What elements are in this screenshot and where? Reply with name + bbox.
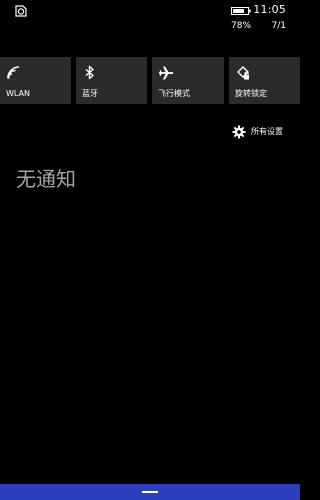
quick-action-bluetooth[interactable]: 蓝牙	[76, 57, 147, 104]
quick-action-wlan[interactable]: WLAN	[0, 57, 71, 104]
quick-actions: WLAN 蓝牙 飞行模式 旋转锁定	[0, 57, 300, 104]
gear-icon	[232, 125, 246, 139]
quick-action-label: 蓝牙	[82, 89, 98, 98]
quick-action-label: WLAN	[6, 89, 31, 98]
date: 7/1	[271, 21, 286, 31]
no-notifications-text: 无通知	[16, 167, 76, 191]
battery-percent: 78%	[231, 21, 252, 31]
wifi-icon	[7, 66, 20, 79]
status-bar: 11:05 78% 7/1	[0, 0, 300, 40]
all-settings-link[interactable]: 所有设置	[232, 124, 283, 140]
quick-action-airplane-mode[interactable]: 飞行模式	[152, 57, 224, 104]
airplane-icon	[159, 66, 173, 80]
collapse-handle[interactable]	[142, 491, 158, 493]
quick-action-rotation-lock[interactable]: 旋转锁定	[229, 57, 300, 104]
bottom-bar[interactable]	[0, 484, 300, 500]
quick-action-label: 旋转锁定	[235, 89, 267, 98]
sync-icon	[15, 5, 27, 17]
quick-action-label: 飞行模式	[158, 89, 190, 98]
battery-icon	[231, 7, 251, 15]
rotation-lock-icon	[237, 66, 249, 80]
clock: 11:05	[253, 3, 286, 16]
all-settings-label: 所有设置	[251, 127, 283, 136]
bluetooth-icon	[85, 65, 94, 80]
